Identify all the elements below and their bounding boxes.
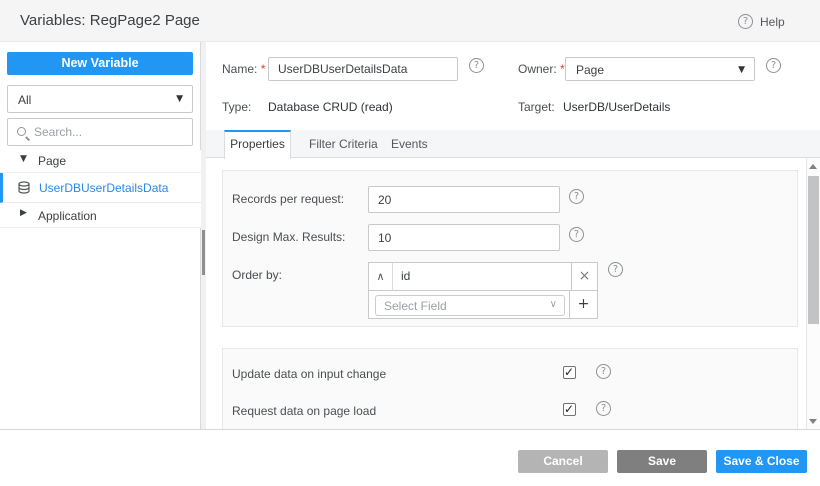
order-by-widget: ∧ id × Select Field ∨ +: [368, 262, 598, 319]
search-input[interactable]: [34, 120, 184, 144]
add-field-button[interactable]: +: [569, 290, 597, 318]
design-max-help-icon[interactable]: [569, 227, 584, 242]
variable-filter-select[interactable]: All ▼: [7, 85, 193, 113]
tree-group-label: Application: [38, 209, 97, 223]
order-by-field-value: id: [401, 269, 410, 283]
tab-bar: Properties Filter Criteria Events: [206, 130, 820, 158]
save-and-close-button[interactable]: Save & Close: [716, 450, 807, 473]
search-icon: [17, 127, 29, 139]
select-field-dropdown[interactable]: Select Field ∨: [375, 295, 565, 316]
tree-group-page[interactable]: ▼ Page: [0, 150, 201, 173]
tab-events[interactable]: Events: [391, 130, 428, 158]
save-button[interactable]: Save: [617, 450, 707, 473]
help-link[interactable]: Help: [760, 15, 785, 29]
tree-group-label: Page: [38, 154, 66, 168]
dialog-header: Variables: RegPage2 Page Help: [0, 0, 820, 42]
tab-filter-criteria[interactable]: Filter Criteria: [309, 130, 378, 158]
tree-item-label: UserDBUserDetailsData: [39, 181, 168, 195]
dropdown-caret-icon: ▼: [176, 94, 183, 104]
owner-value: Page: [576, 63, 604, 77]
variable-search[interactable]: [7, 118, 193, 146]
content-scrollbar-thumb[interactable]: [808, 176, 819, 324]
owner-select[interactable]: Page ▼: [565, 57, 755, 81]
records-per-request-input[interactable]: [368, 186, 560, 213]
variables-dialog: Variables: RegPage2 Page Help New Variab…: [0, 0, 820, 486]
request-data-help-icon[interactable]: [596, 401, 611, 416]
required-asterisk: *: [261, 62, 266, 76]
sidebar-vscrollbar-thumb[interactable]: [202, 230, 205, 275]
tab-properties[interactable]: Properties: [224, 130, 291, 159]
order-by-help-icon[interactable]: [608, 262, 623, 277]
request-data-checkbox[interactable]: [563, 403, 576, 416]
required-asterisk: *: [560, 62, 565, 76]
name-label: Name: *: [222, 62, 265, 76]
caret-down-icon[interactable]: ▼: [20, 154, 27, 164]
tree-group-application[interactable]: ▶ Application: [0, 203, 201, 228]
target-label: Target:: [518, 100, 555, 114]
records-help-icon[interactable]: [569, 189, 584, 204]
tree-item-selected-variable[interactable]: UserDBUserDetailsData: [0, 173, 201, 203]
order-by-add-row: Select Field ∨: [369, 290, 571, 318]
update-data-help-icon[interactable]: [596, 364, 611, 379]
page-title: Variables: RegPage2 Page: [20, 12, 200, 29]
request-data-label: Request data on page load: [232, 404, 376, 418]
owner-help-icon[interactable]: [766, 58, 781, 73]
update-data-label: Update data on input change: [232, 367, 386, 381]
design-max-results-input[interactable]: [368, 224, 560, 251]
name-help-icon[interactable]: [469, 58, 484, 73]
sort-direction-toggle-icon[interactable]: ∧: [369, 263, 393, 290]
design-max-results-label: Design Max. Results:: [232, 230, 345, 244]
name-input[interactable]: [268, 57, 458, 81]
chevron-down-icon: ∨: [550, 299, 557, 310]
type-label: Type:: [222, 100, 251, 114]
select-field-placeholder: Select Field: [384, 299, 447, 313]
order-by-label: Order by:: [232, 268, 282, 282]
order-by-row: ∧ id: [369, 263, 597, 290]
scroll-up-arrow-icon[interactable]: [809, 164, 817, 169]
variable-filter-value: All: [18, 93, 31, 107]
type-value: Database CRUD (read): [268, 100, 393, 114]
remove-field-icon[interactable]: ×: [571, 263, 597, 290]
caret-right-icon[interactable]: ▶: [20, 208, 27, 218]
help-icon[interactable]: [738, 14, 753, 29]
target-value: UserDB/UserDetails: [563, 100, 670, 114]
cancel-button[interactable]: Cancel: [518, 450, 608, 473]
new-variable-button[interactable]: New Variable: [7, 52, 193, 75]
records-per-request-label: Records per request:: [232, 192, 344, 206]
dialog-footer: Cancel Save Save & Close: [0, 429, 820, 486]
update-data-checkbox[interactable]: [563, 366, 576, 379]
dropdown-caret-icon: ▼: [738, 65, 745, 75]
owner-label: Owner: *: [518, 62, 565, 76]
scroll-down-arrow-icon[interactable]: [809, 419, 817, 424]
variables-sidebar: New Variable All ▼ ▼ Page UserDBUserDeta…: [0, 42, 201, 429]
database-variable-icon: [17, 181, 31, 198]
